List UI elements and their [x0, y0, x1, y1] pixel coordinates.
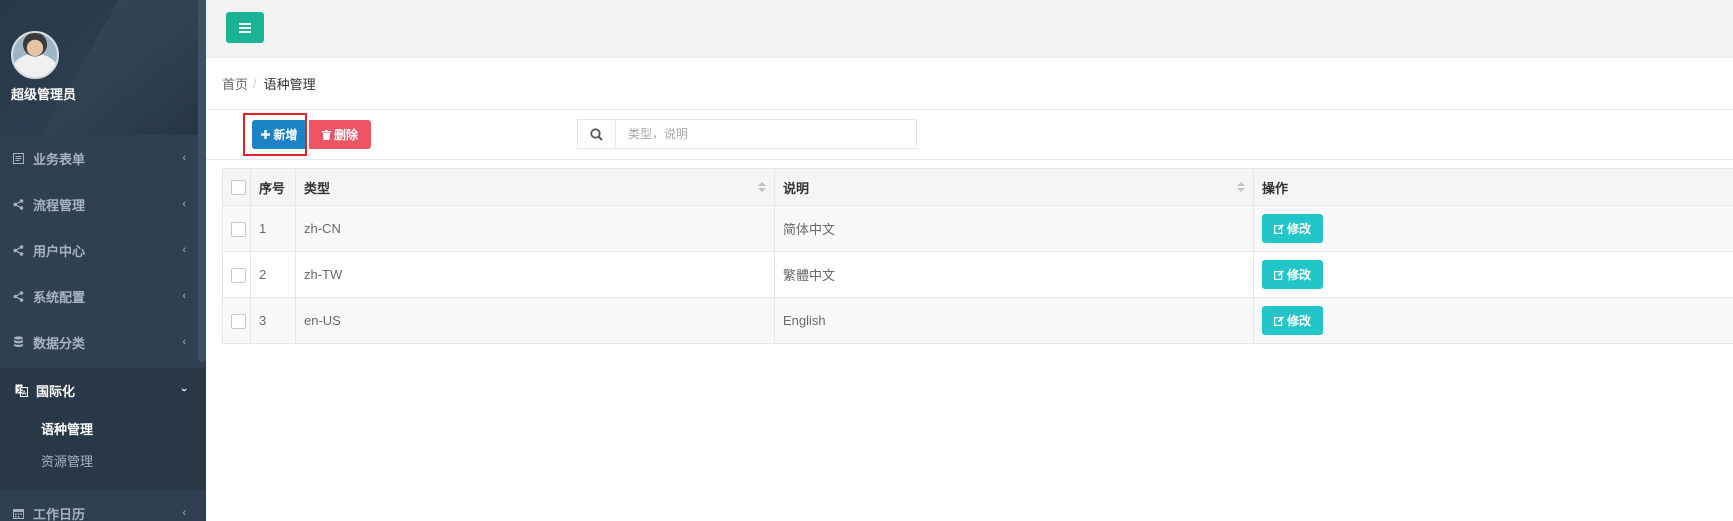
sidebar-submenu: 语种管理 资源管理: [0, 412, 206, 490]
cell-description: 繁體中文: [774, 251, 1254, 298]
toolbar: 新增 删除: [206, 110, 1733, 160]
edit-button-label: 修改: [1286, 314, 1311, 328]
header-no: 序号: [250, 168, 296, 206]
cell-action: 修改: [1253, 205, 1733, 252]
row-checkbox[interactable]: [231, 267, 246, 283]
table-row: 1 zh-CN 简体中文 修改: [222, 205, 1733, 252]
sidebar-item-label: 用户中心: [33, 243, 86, 259]
row-select-cell: [222, 297, 251, 344]
sidebar-subitem-language-management[interactable]: 语种管理: [0, 414, 206, 446]
edit-button-label: 修改: [1286, 268, 1311, 282]
cell-description: 简体中文: [774, 205, 1254, 252]
edit-icon: [1273, 223, 1284, 234]
header-description-label: 说明: [783, 180, 810, 196]
sidebar-item-user-center[interactable]: 用户中心 ‹: [0, 227, 206, 273]
header-action: 操作: [1253, 168, 1733, 206]
table-row: 3 en-US English 修改: [222, 297, 1733, 344]
edit-icon: [1273, 315, 1284, 326]
share-icon: [11, 289, 25, 303]
cell-no: 1: [250, 205, 296, 252]
header-type[interactable]: 类型: [295, 168, 775, 206]
sidebar-item-label: 工作日历: [33, 506, 86, 521]
row-select-cell: [222, 251, 251, 298]
svg-text:A: A: [22, 391, 27, 397]
chevron-left-icon: ‹: [182, 152, 186, 164]
row-checkbox[interactable]: [231, 313, 246, 329]
delete-button[interactable]: 删除: [309, 120, 371, 149]
sidebar-subitem-resource-management[interactable]: 资源管理: [0, 446, 206, 478]
select-all-checkbox[interactable]: [231, 180, 246, 196]
translate-icon: 文A: [14, 383, 28, 397]
cell-type: en-US: [295, 297, 775, 344]
avatar[interactable]: [11, 31, 59, 79]
sidebar: 超级管理员 业务表单 ‹ 流程管理 ‹ 用户中心 ‹ 系统配置 ‹ 数据分类 ‹…: [0, 0, 206, 521]
trash-icon: [321, 129, 331, 140]
header-select-all: [222, 168, 251, 206]
share-icon: [11, 197, 25, 211]
sort-icon: [758, 182, 766, 192]
breadcrumb-current: 语种管理: [263, 77, 316, 92]
chevron-left-icon: ‹: [182, 290, 186, 302]
cell-action: 修改: [1253, 297, 1733, 344]
chevron-down-icon: ›: [178, 388, 191, 392]
sidebar-item-label: 国际化: [36, 383, 76, 399]
row-checkbox[interactable]: [231, 221, 246, 237]
edit-button[interactable]: 修改: [1262, 214, 1323, 243]
chevron-left-icon: ‹: [182, 244, 186, 256]
sidebar-item-work-calendar[interactable]: 工作日历 ‹: [0, 490, 206, 521]
calendar-icon: [11, 506, 25, 520]
edit-icon: [1273, 269, 1284, 280]
language-table: 序号 类型 说明 操作 1 zh-CN 简体中文 修改 2 zh-TW 繁體中文…: [222, 168, 1733, 344]
table-row: 2 zh-TW 繁體中文 修改: [222, 251, 1733, 298]
chevron-left-icon: ‹: [182, 198, 186, 210]
cell-type: zh-CN: [295, 205, 775, 252]
header-description[interactable]: 说明: [774, 168, 1254, 206]
sidebar-item-i18n[interactable]: 文A 国际化 ›: [0, 368, 206, 412]
sidebar-item-label: 业务表单: [33, 151, 86, 167]
edit-button[interactable]: 修改: [1262, 306, 1323, 335]
row-select-cell: [222, 205, 251, 252]
language-table-wrapper: 序号 类型 说明 操作 1 zh-CN 简体中文 修改 2 zh-TW 繁體中文…: [222, 168, 1733, 344]
menu-toggle-button[interactable]: [226, 12, 264, 43]
chevron-left-icon: ‹: [182, 336, 186, 348]
breadcrumb-home[interactable]: 首页: [222, 74, 248, 93]
edit-button[interactable]: 修改: [1262, 260, 1323, 289]
add-button[interactable]: 新增: [252, 120, 307, 149]
sidebar-item-label: 流程管理: [33, 197, 86, 213]
sidebar-item-system-config[interactable]: 系统配置 ‹: [0, 273, 206, 319]
plus-icon: [261, 130, 271, 139]
sidebar-item-data-category[interactable]: 数据分类 ‹: [0, 319, 206, 365]
add-button-label: 新增: [273, 128, 298, 142]
cell-type: zh-TW: [295, 251, 775, 298]
sidebar-item-label: 数据分类: [33, 335, 86, 351]
sidebar-item-workflow[interactable]: 流程管理 ‹: [0, 181, 206, 227]
search-box: [577, 119, 917, 149]
user-profile: 超级管理员: [0, 0, 206, 135]
search-icon[interactable]: [578, 120, 616, 148]
sidebar-nav: 业务表单 ‹ 流程管理 ‹ 用户中心 ‹ 系统配置 ‹ 数据分类 ‹ 文 A 国…: [0, 135, 206, 521]
sidebar-item-business-forms[interactable]: 业务表单 ‹: [0, 135, 206, 181]
username[interactable]: 超级管理员: [11, 84, 76, 103]
form-icon: [11, 151, 25, 165]
breadcrumb: 首页 / 语种管理: [206, 58, 1733, 110]
hamburger-icon: [239, 22, 251, 33]
cell-no: 2: [250, 251, 296, 298]
search-input[interactable]: [616, 120, 916, 148]
chevron-left-icon: ‹: [182, 507, 186, 519]
database-icon: [11, 335, 25, 349]
top-navbar: [206, 0, 1733, 58]
delete-button-label: 删除: [333, 128, 358, 142]
share-icon: [11, 243, 25, 257]
edit-button-label: 修改: [1286, 222, 1311, 236]
cell-action: 修改: [1253, 251, 1733, 298]
breadcrumb-separator: /: [253, 76, 257, 91]
header-type-label: 类型: [304, 180, 331, 196]
cell-no: 3: [250, 297, 296, 344]
cell-description: English: [774, 297, 1254, 344]
sidebar-item-label: 系统配置: [33, 289, 86, 305]
table-header-row: 序号 类型 说明 操作: [222, 168, 1733, 206]
sort-icon: [1237, 182, 1245, 192]
